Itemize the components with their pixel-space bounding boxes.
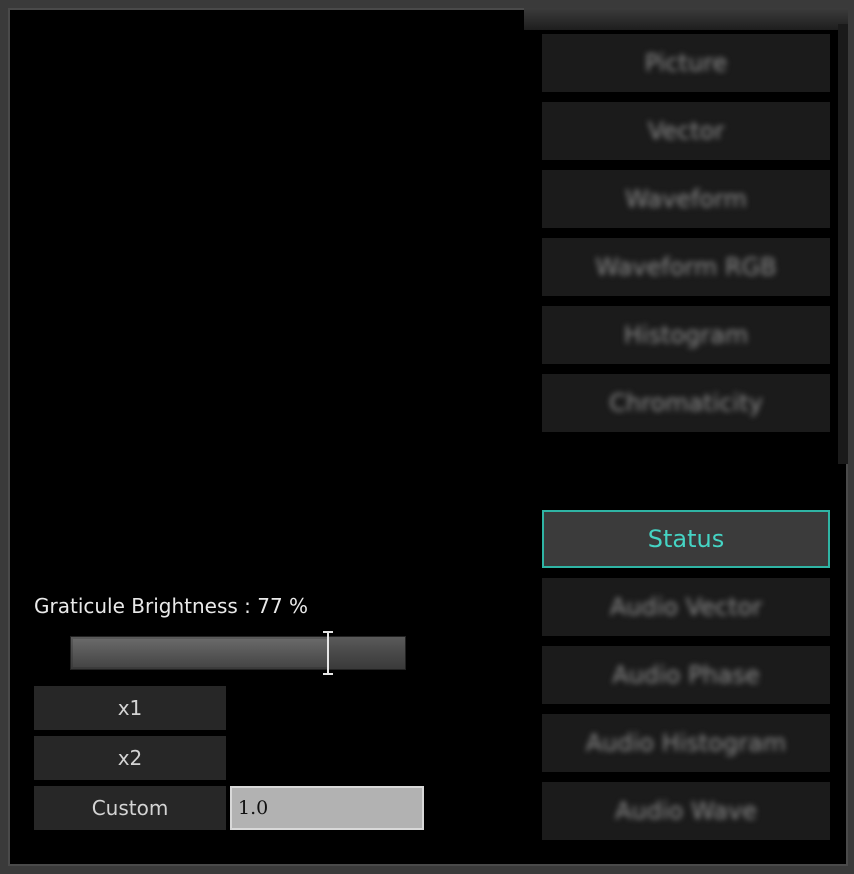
top-shade [524,8,848,30]
waveform-button[interactable]: Waveform [542,170,830,228]
scrollbar[interactable] [838,24,848,464]
histogram-button[interactable]: Histogram [542,306,830,364]
audio-histogram-button-label: Audio Histogram [585,729,787,757]
audio-vector-button[interactable]: Audio Vector [542,578,830,636]
custom-zoom-input[interactable] [230,786,424,830]
slider-fill [73,639,328,667]
waveform-button-label: Waveform [625,185,747,213]
slider-handle[interactable] [323,631,333,675]
zoom-custom-button[interactable]: Custom [34,786,226,830]
zoom-x2-label: x2 [117,746,143,770]
chromaticity-button[interactable]: Chromaticity [542,374,830,432]
audio-phase-button-label: Audio Phase [612,661,760,689]
zoom-x2-button[interactable]: x2 [34,736,226,780]
picture-button[interactable]: Picture [542,34,830,92]
waveform-rgb-button-label: Waveform RGB [595,253,777,281]
audio-phase-button[interactable]: Audio Phase [542,646,830,704]
histogram-button-label: Histogram [623,321,749,349]
zoom-x1-label: x1 [117,696,143,720]
audio-vector-button-label: Audio Vector [609,593,763,621]
status-button[interactable]: Status [542,510,830,568]
zoom-custom-label: Custom [91,796,169,820]
audio-histogram-button[interactable]: Audio Histogram [542,714,830,772]
waveform-rgb-button[interactable]: Waveform RGB [542,238,830,296]
zoom-x1-button[interactable]: x1 [34,686,226,730]
audio-wave-button[interactable]: Audio Wave [542,782,830,840]
graticule-brightness-label: Graticule Brightness : 77 % [34,594,309,618]
picture-button-label: Picture [644,49,728,77]
status-button-label: Status [647,525,725,553]
graticule-brightness-slider[interactable] [70,631,406,675]
audio-wave-button-label: Audio Wave [615,797,757,825]
chromaticity-button-label: Chromaticity [609,389,763,417]
vector-button[interactable]: Vector [542,102,830,160]
vector-button-label: Vector [647,117,725,145]
scope-panel: Picture Vector Waveform Waveform RGB His… [8,8,848,866]
